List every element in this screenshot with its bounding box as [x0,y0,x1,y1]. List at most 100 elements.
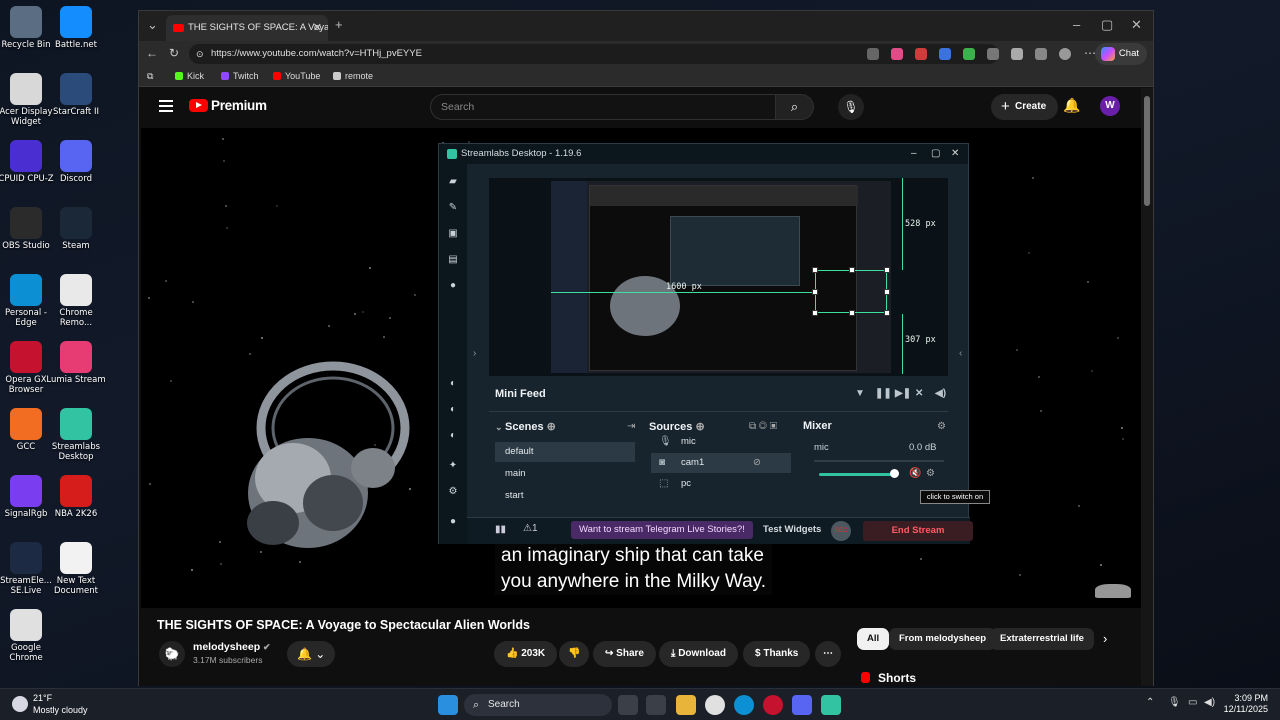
telegram-promo-button[interactable]: Want to stream Telegram Live Stories?! [571,521,753,539]
app-icon[interactable]: ◐ [447,404,459,416]
extension-icon[interactable] [987,48,999,60]
file-explorer-icon[interactable] [676,695,696,715]
maximize-button[interactable]: ▢ [931,144,940,164]
weather-temperature[interactable]: 21°F [33,693,52,703]
refresh-icon[interactable]: ↻ [169,46,179,60]
scene-default[interactable]: default [495,442,635,462]
resize-handle[interactable] [849,310,855,316]
thanks-button[interactable]: $ Thanks [743,641,811,667]
desktop-shortcut[interactable]: Lumia Stream [46,341,106,385]
test-widgets-button[interactable]: Test Widgets [763,524,821,535]
new-tab-button[interactable]: + [335,17,343,32]
bookmark-twitch[interactable]: Twitch [221,71,259,81]
desktop-shortcut[interactable]: Chrome Remo... [46,274,106,328]
start-windows-icon[interactable] [438,695,458,715]
minimize-button[interactable]: – [1073,17,1080,32]
mixer-settings-gear-icon[interactable]: ⚙ [937,421,946,432]
themes-icon[interactable]: ✎ [447,202,459,214]
source-mic[interactable]: 🎙 mic [651,432,791,452]
scene-main[interactable]: main [495,464,635,484]
extension-icon[interactable] [963,48,975,60]
copilot-chat-button[interactable]: Chat [1094,43,1147,65]
subscription-bell-button[interactable]: 🔔 ⌄ [287,641,335,667]
extension-icon[interactable] [939,48,951,60]
volume-slider[interactable] [819,473,894,476]
collapse-right-icon[interactable]: ‹ [959,348,962,359]
mixer-item-gear-icon[interactable]: ⚙ [926,468,935,479]
page-scrollbar[interactable] [1141,88,1153,686]
voice-search-button[interactable]: 🎙 [838,94,864,120]
search-input[interactable]: Search [430,94,776,120]
desktop-shortcut[interactable]: Steam [46,207,106,251]
bookmark-youtube[interactable]: YouTube [273,71,320,81]
microphone-tray-icon[interactable]: 🎙 [1168,697,1181,708]
profile-icon[interactable] [1059,48,1071,60]
user-icon[interactable]: ● [447,516,459,528]
pause-icon[interactable]: ❚❚ [875,384,892,404]
extension-icon[interactable] [891,48,903,60]
site-info-icon[interactable]: ⊙ [196,44,204,64]
tab-close-icon[interactable]: ✕ [313,15,322,41]
filter-icon[interactable]: ▼ [855,384,865,404]
app-icon[interactable]: ◐ [447,378,459,390]
close-window-button[interactable]: ✕ [1131,17,1142,33]
transitions-icon[interactable]: ⇥ [627,421,635,432]
desktop-shortcut[interactable]: Discord [46,140,106,184]
channel-watermark-icon[interactable] [1095,584,1131,598]
extensions-puzzle-icon[interactable] [1011,48,1023,60]
bookmark-remote[interactable]: remote [333,71,373,81]
account-avatar[interactable]: W [1100,96,1120,116]
discord-icon[interactable] [792,695,812,715]
task-view-icon[interactable] [618,695,638,715]
skip-icon[interactable]: ▶❚ [895,384,911,404]
desktop-shortcut[interactable]: Streamlabs Desktop [46,408,106,462]
end-stream-button[interactable]: End Stream [863,521,973,541]
tab-list-icon[interactable]: ⌄ [147,17,158,33]
opera-gx-icon[interactable] [763,695,783,715]
taskbar-search[interactable]: Search [464,694,612,716]
desktop-shortcut[interactable]: Google Chrome [0,609,56,663]
volume-icon[interactable]: ◀) [935,384,946,404]
minimize-button[interactable]: – [911,144,917,164]
resize-handle[interactable] [812,289,818,295]
resize-handle[interactable] [812,267,818,273]
desktop-shortcut[interactable]: New Text Document [46,542,106,596]
weather-cloud-icon[interactable] [12,696,28,712]
channel-avatar[interactable]: 🐑 [159,641,185,667]
chip-all[interactable]: All [857,628,890,650]
extension-icon[interactable] [867,48,879,60]
hamburger-menu-icon[interactable] [159,100,173,102]
resize-handle[interactable] [812,310,818,316]
editor-icon[interactable]: ▰ [447,176,459,188]
scene-start[interactable]: start [495,486,635,506]
share-button[interactable]: ↪ Share [593,641,656,667]
edge-icon[interactable] [734,695,754,715]
network-icon[interactable]: ▭ [1188,697,1197,708]
muted-speaker-icon[interactable]: 🔇 [909,468,921,479]
desktop-shortcut[interactable]: Battle.net [46,6,106,50]
weather-description[interactable]: Mostly cloudy [33,705,88,715]
bookmark-kick[interactable]: Kick [175,71,204,81]
show-hidden-icons-chevron-icon[interactable]: ⌃ [1146,697,1154,708]
app-icon[interactable]: ◐ [447,430,459,442]
create-button[interactable]: Create [991,94,1059,120]
resize-handle[interactable] [884,267,890,273]
scrollbar-thumb[interactable] [1144,96,1150,206]
mute-alerts-icon[interactable]: ✕ [915,384,923,404]
highlighter-icon[interactable]: ▤ [447,254,459,266]
download-button[interactable]: ⤓ Download [659,641,738,667]
chrome-icon[interactable] [705,695,725,715]
search-button[interactable]: ⌕ [776,94,814,120]
channel-name[interactable]: melodysheep ✔ [193,641,271,653]
chip-from-channel[interactable]: From melodysheep [889,628,997,650]
source-pc[interactable]: ⬚ pc [651,474,791,494]
sparkle-icon[interactable]: ✦ [447,460,459,472]
source-cam1[interactable]: ◙ cam1 ⊘ [651,453,791,473]
extension-icon[interactable] [915,48,927,60]
stream-preview[interactable]: 528 px 1600 px 307 px [489,178,948,376]
resize-handle[interactable] [884,289,890,295]
system-clock[interactable]: 3:09 PM 12/11/2025 [1224,693,1268,715]
store-icon[interactable]: ▣ [447,228,459,240]
back-arrow-icon[interactable]: ← [146,46,158,60]
notifications-bell-icon[interactable]: 🔔 [1063,97,1080,114]
